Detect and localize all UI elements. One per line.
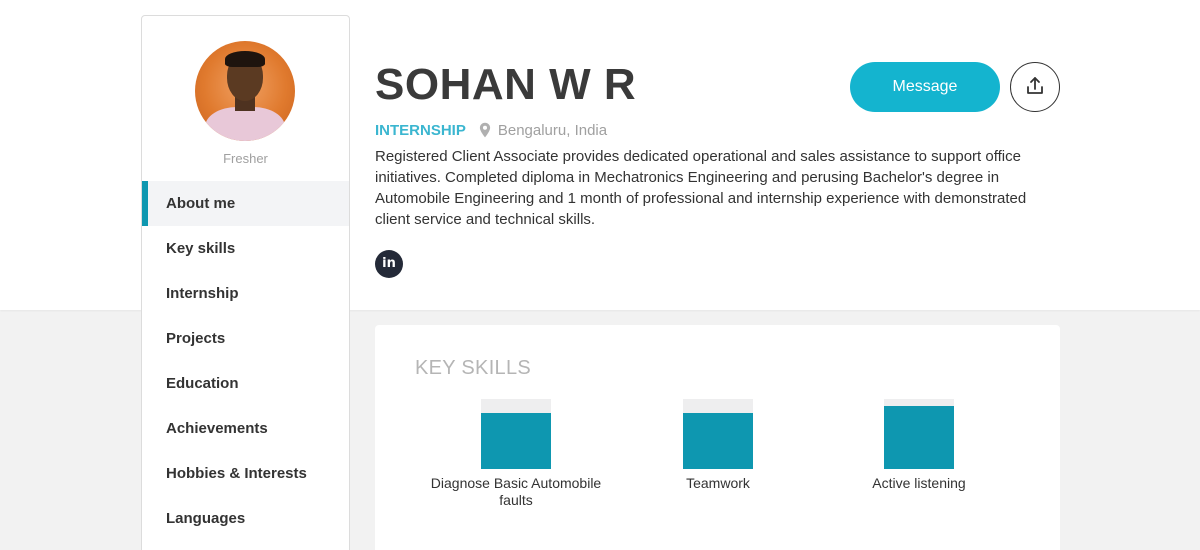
profile-sidebar: Fresher About me Key skills Internship P… — [141, 15, 350, 550]
skill-item: Active listening — [819, 399, 1019, 492]
skill-label: Teamwork — [686, 475, 750, 491]
skill-label: Diagnose Basic Automobile faults — [430, 475, 602, 508]
skill-level-bar — [481, 399, 551, 469]
sidebar-item-key-skills[interactable]: Key skills — [142, 226, 349, 271]
location-pin-icon — [478, 122, 492, 138]
key-skills-title: KEY SKILLS — [415, 357, 532, 379]
skill-label: Active listening — [872, 475, 966, 491]
sidebar-item-hobbies[interactable]: Hobbies & Interests — [142, 451, 349, 496]
sidebar-menu: About me Key skills Internship Projects … — [142, 181, 349, 541]
share-button[interactable] — [1010, 62, 1060, 112]
sidebar-item-languages[interactable]: Languages — [142, 496, 349, 541]
sidebar-item-education[interactable]: Education — [142, 361, 349, 406]
linkedin-icon[interactable]: in — [375, 250, 403, 278]
experience-level: Fresher — [223, 151, 268, 166]
sidebar-item-internship[interactable]: Internship — [142, 271, 349, 316]
sidebar-item-projects[interactable]: Projects — [142, 316, 349, 361]
sidebar-item-achievements[interactable]: Achievements — [142, 406, 349, 451]
skill-level-bar — [884, 399, 954, 469]
skill-item: Diagnose Basic Automobile faults — [416, 399, 616, 509]
sidebar-item-about-me[interactable]: About me — [142, 181, 349, 226]
profile-bio: Registered Client Associate provides ded… — [375, 148, 1027, 228]
profile-location: Bengaluru, India — [497, 121, 608, 139]
avatar — [195, 41, 295, 141]
skill-item: Teamwork — [618, 399, 818, 492]
message-button[interactable]: Message — [850, 62, 1000, 112]
profile-meta: INTERNSHIP Bengaluru, India — [375, 120, 607, 140]
skill-level-fill — [683, 413, 753, 469]
skill-level-fill — [884, 406, 954, 469]
skill-level-bar — [683, 399, 753, 469]
skill-level-fill — [481, 413, 551, 469]
key-skills-card: KEY SKILLS Diagnose Basic Automobile fau… — [375, 325, 1060, 550]
profile-type: INTERNSHIP — [375, 121, 466, 139]
share-icon — [1025, 76, 1045, 99]
profile-name: SOHAN W R — [375, 60, 637, 109]
